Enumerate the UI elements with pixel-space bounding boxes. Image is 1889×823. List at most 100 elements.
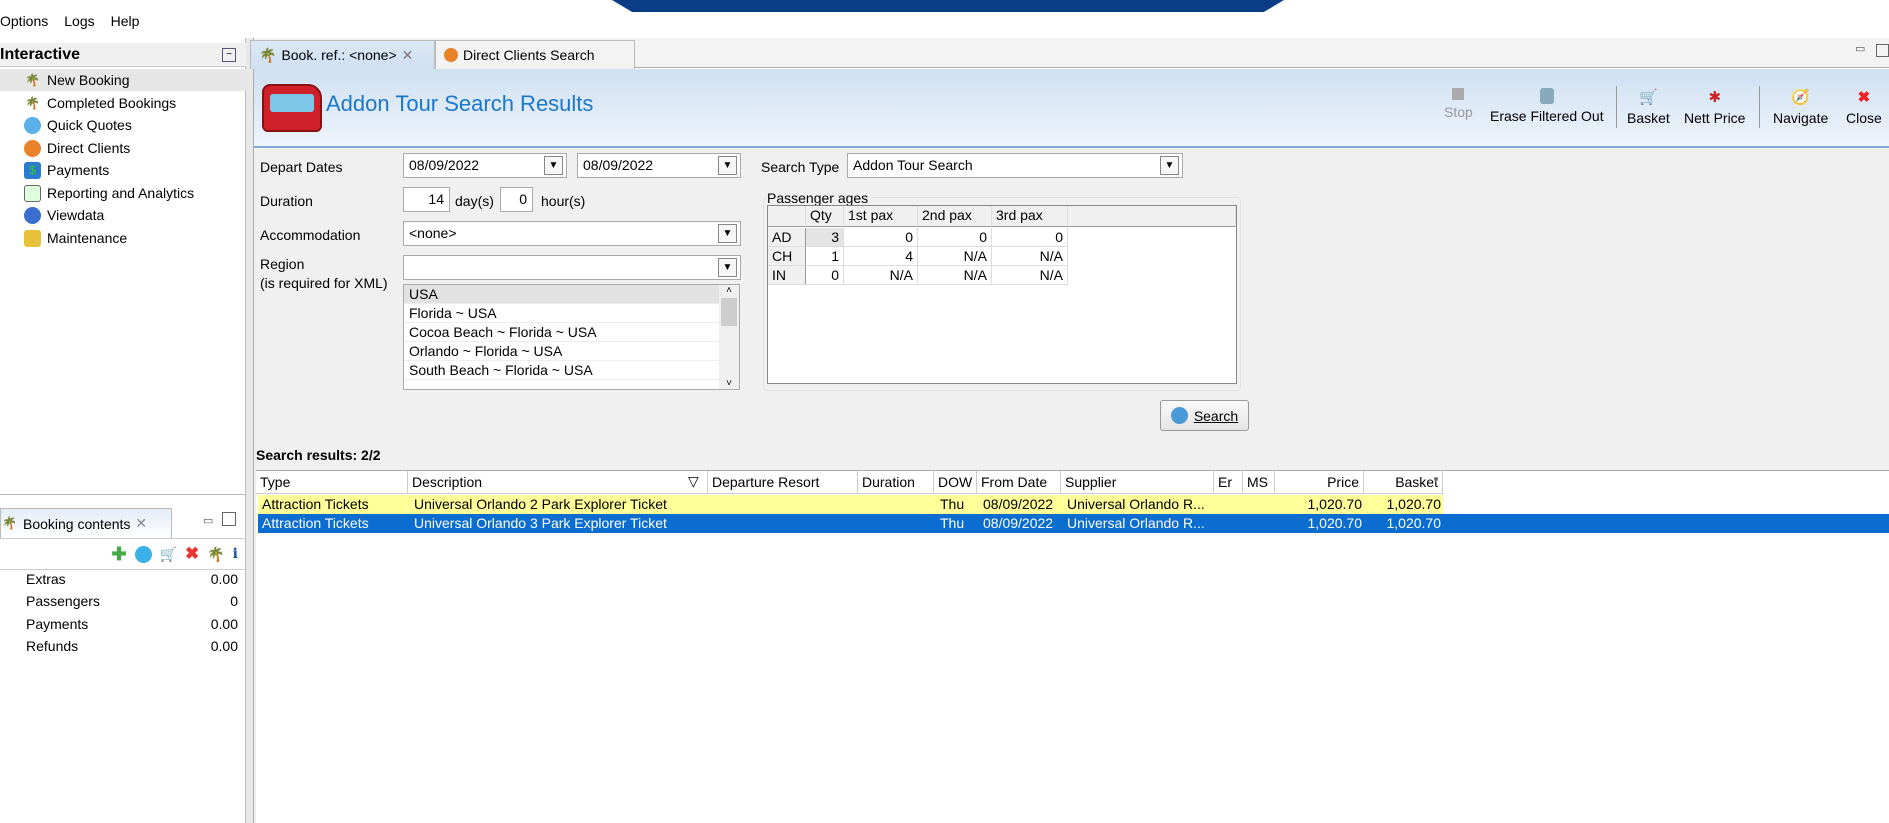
depart-date-from[interactable]: 08/09/2022 ▼ [403,153,567,178]
column-header[interactable]: Description [408,471,708,494]
minimize-icon[interactable]: ▭ [1855,42,1865,55]
tab-direct-clients-search[interactable]: Direct Clients Search [435,40,635,69]
table-cell [710,514,860,533]
duration-hours-input[interactable]: 0 [500,187,533,212]
column-header[interactable]: Departure Resort [708,471,858,494]
nav-viewdata[interactable]: Viewdata [0,204,246,226]
bc-row-payments: Payments 0.00 [26,616,238,632]
tab-booking-ref[interactable]: 🌴 Book. ref.: <none> ✕ [250,40,435,69]
clock-icon[interactable] [134,545,152,563]
search-type-label: Search Type [761,159,840,175]
maximize-icon[interactable] [1876,44,1889,57]
erase-filtered-out-button[interactable]: Erase Filtered Out [1490,88,1604,124]
column-header[interactable]: Type [256,471,408,494]
menu-options[interactable]: Options [0,13,48,29]
region-item[interactable]: USA [404,285,719,304]
close-icon[interactable]: ✕ [402,47,414,64]
info-icon[interactable]: i [233,546,238,562]
nav-payments[interactable]: $ Payments [0,159,246,181]
pax-cell[interactable]: 0 [806,266,844,285]
add-icon[interactable]: ✚ [111,544,126,565]
pax-cell[interactable]: 0 [918,228,992,247]
remote-session-bar[interactable] [612,0,1284,12]
column-header[interactable]: Price [1275,471,1364,494]
table-cell: 08/09/2022 [983,496,1054,512]
close-icon[interactable]: ✕ [135,515,147,532]
menu-help[interactable]: Help [111,13,140,29]
pax-cell[interactable]: N/A [918,247,992,266]
toolbar-separator [1759,86,1760,128]
booking-contents-tab[interactable]: 🌴 Booking contents ✕ [0,508,172,538]
collapse-icon[interactable]: − [222,48,236,62]
pax-cell[interactable]: 0 [992,228,1068,247]
column-header[interactable]: Duration [858,471,934,494]
column-header[interactable]: From Date [977,471,1061,494]
splitter[interactable] [246,38,254,823]
divider [0,494,246,495]
column-header[interactable]: DOW [934,471,977,494]
region-note: (is required for XML) [260,275,388,291]
delete-icon[interactable]: ✖ [185,544,199,564]
scrollbar[interactable]: ˄ ˅ [719,285,739,389]
accommodation-select[interactable]: <none> ▼ [403,221,741,246]
nav-direct-clients[interactable]: Direct Clients [0,137,246,159]
nav-label: Quick Quotes [47,117,132,133]
passenger-ages-table[interactable]: Qty 1st pax 2nd pax 3rd pax AD 3 0 0 0 CH 1 4 N/A N/A… [767,205,1237,384]
navigate-button[interactable]: 🧭 Navigate [1773,88,1828,126]
pax-cell[interactable]: 0 [844,228,918,247]
pax-cell[interactable]: 3 [806,228,844,247]
nav-reporting[interactable]: Reporting and Analytics [0,182,246,204]
pax-cell[interactable]: 4 [844,247,918,266]
pax-header: 2nd pax [918,206,992,227]
region-item[interactable]: Orlando ~ Florida ~ USA [404,342,719,361]
duration-days-input[interactable]: 14 [403,187,450,212]
results-grid[interactable]: Type Description Departure Resort Duration D… [256,470,1889,823]
minimize-icon[interactable]: ▭ [203,514,213,527]
region-list[interactable]: USA Florida ~ USA Cocoa Beach ~ Florida … [403,284,740,390]
pax-cell[interactable]: N/A [992,266,1068,285]
region-input[interactable]: ▼ [403,255,741,280]
basket-button[interactable]: 🛒 Basket [1627,88,1670,126]
search-type-select[interactable]: Addon Tour Search ▼ [847,153,1183,178]
dropdown-arrow-icon[interactable]: ▼ [718,224,737,243]
table-cell: 1,020.70 [1386,515,1442,531]
nav-new-booking[interactable]: 🌴 New Booking [0,69,246,91]
pax-cell[interactable]: N/A [992,247,1068,266]
depart-date-to[interactable]: 08/09/2022 ▼ [577,153,741,178]
table-cell: 1,020.70 [1386,496,1442,512]
column-header[interactable]: Er [1214,471,1243,494]
table-row[interactable]: Attraction Tickets Universal Orlando 2 Pa… [258,495,1443,514]
dropdown-arrow-icon[interactable]: ▼ [718,156,737,175]
pax-cell[interactable]: 1 [806,247,844,266]
pax-cell[interactable]: N/A [844,266,918,285]
palm-tree-icon[interactable]: 🌴 [207,546,224,563]
close-button[interactable]: ✖ Close [1846,88,1882,126]
nav-completed-bookings[interactable]: 🌴 Completed Bookings [0,92,246,114]
filter-icon[interactable]: ▽ [688,473,699,490]
region-item[interactable]: Cocoa Beach ~ Florida ~ USA [404,323,719,342]
person-icon [444,48,458,62]
erase-filter-icon [1539,88,1554,104]
pax-row-header: CH [768,247,806,266]
nett-price-button[interactable]: ✱ Nett Price [1684,88,1745,126]
search-button[interactable]: Search [1160,400,1249,431]
region-item[interactable]: South Beach ~ Florida ~ USA [404,361,719,380]
pax-cell[interactable]: N/A [918,266,992,285]
nav-maintenance[interactable]: Maintenance [0,227,246,249]
column-header[interactable]: MS [1243,471,1275,494]
menu-logs[interactable]: Logs [64,13,94,29]
column-header[interactable]: Supplier [1061,471,1214,494]
nett-price-icon: ✱ [1708,89,1722,106]
basket-transfer-icon[interactable]: 🛒 [160,546,177,563]
maximize-icon[interactable] [222,512,236,526]
sort-icon[interactable]: ▼ [1432,475,1440,484]
dropdown-arrow-icon[interactable]: ▼ [718,258,737,277]
pax-header-filler [1068,206,1236,227]
stop-button[interactable]: Stop [1444,88,1473,120]
booking-contents-toolbar: ✚ 🛒 ✖ 🌴 i [0,538,246,570]
nav-quick-quotes[interactable]: Quick Quotes [0,114,246,136]
dropdown-arrow-icon[interactable]: ▼ [1160,156,1179,175]
region-item[interactable]: Florida ~ USA [404,304,719,323]
table-row[interactable]: Attraction Tickets Universal Orlando 3 Pa… [258,514,1889,533]
dropdown-arrow-icon[interactable]: ▼ [544,156,563,175]
